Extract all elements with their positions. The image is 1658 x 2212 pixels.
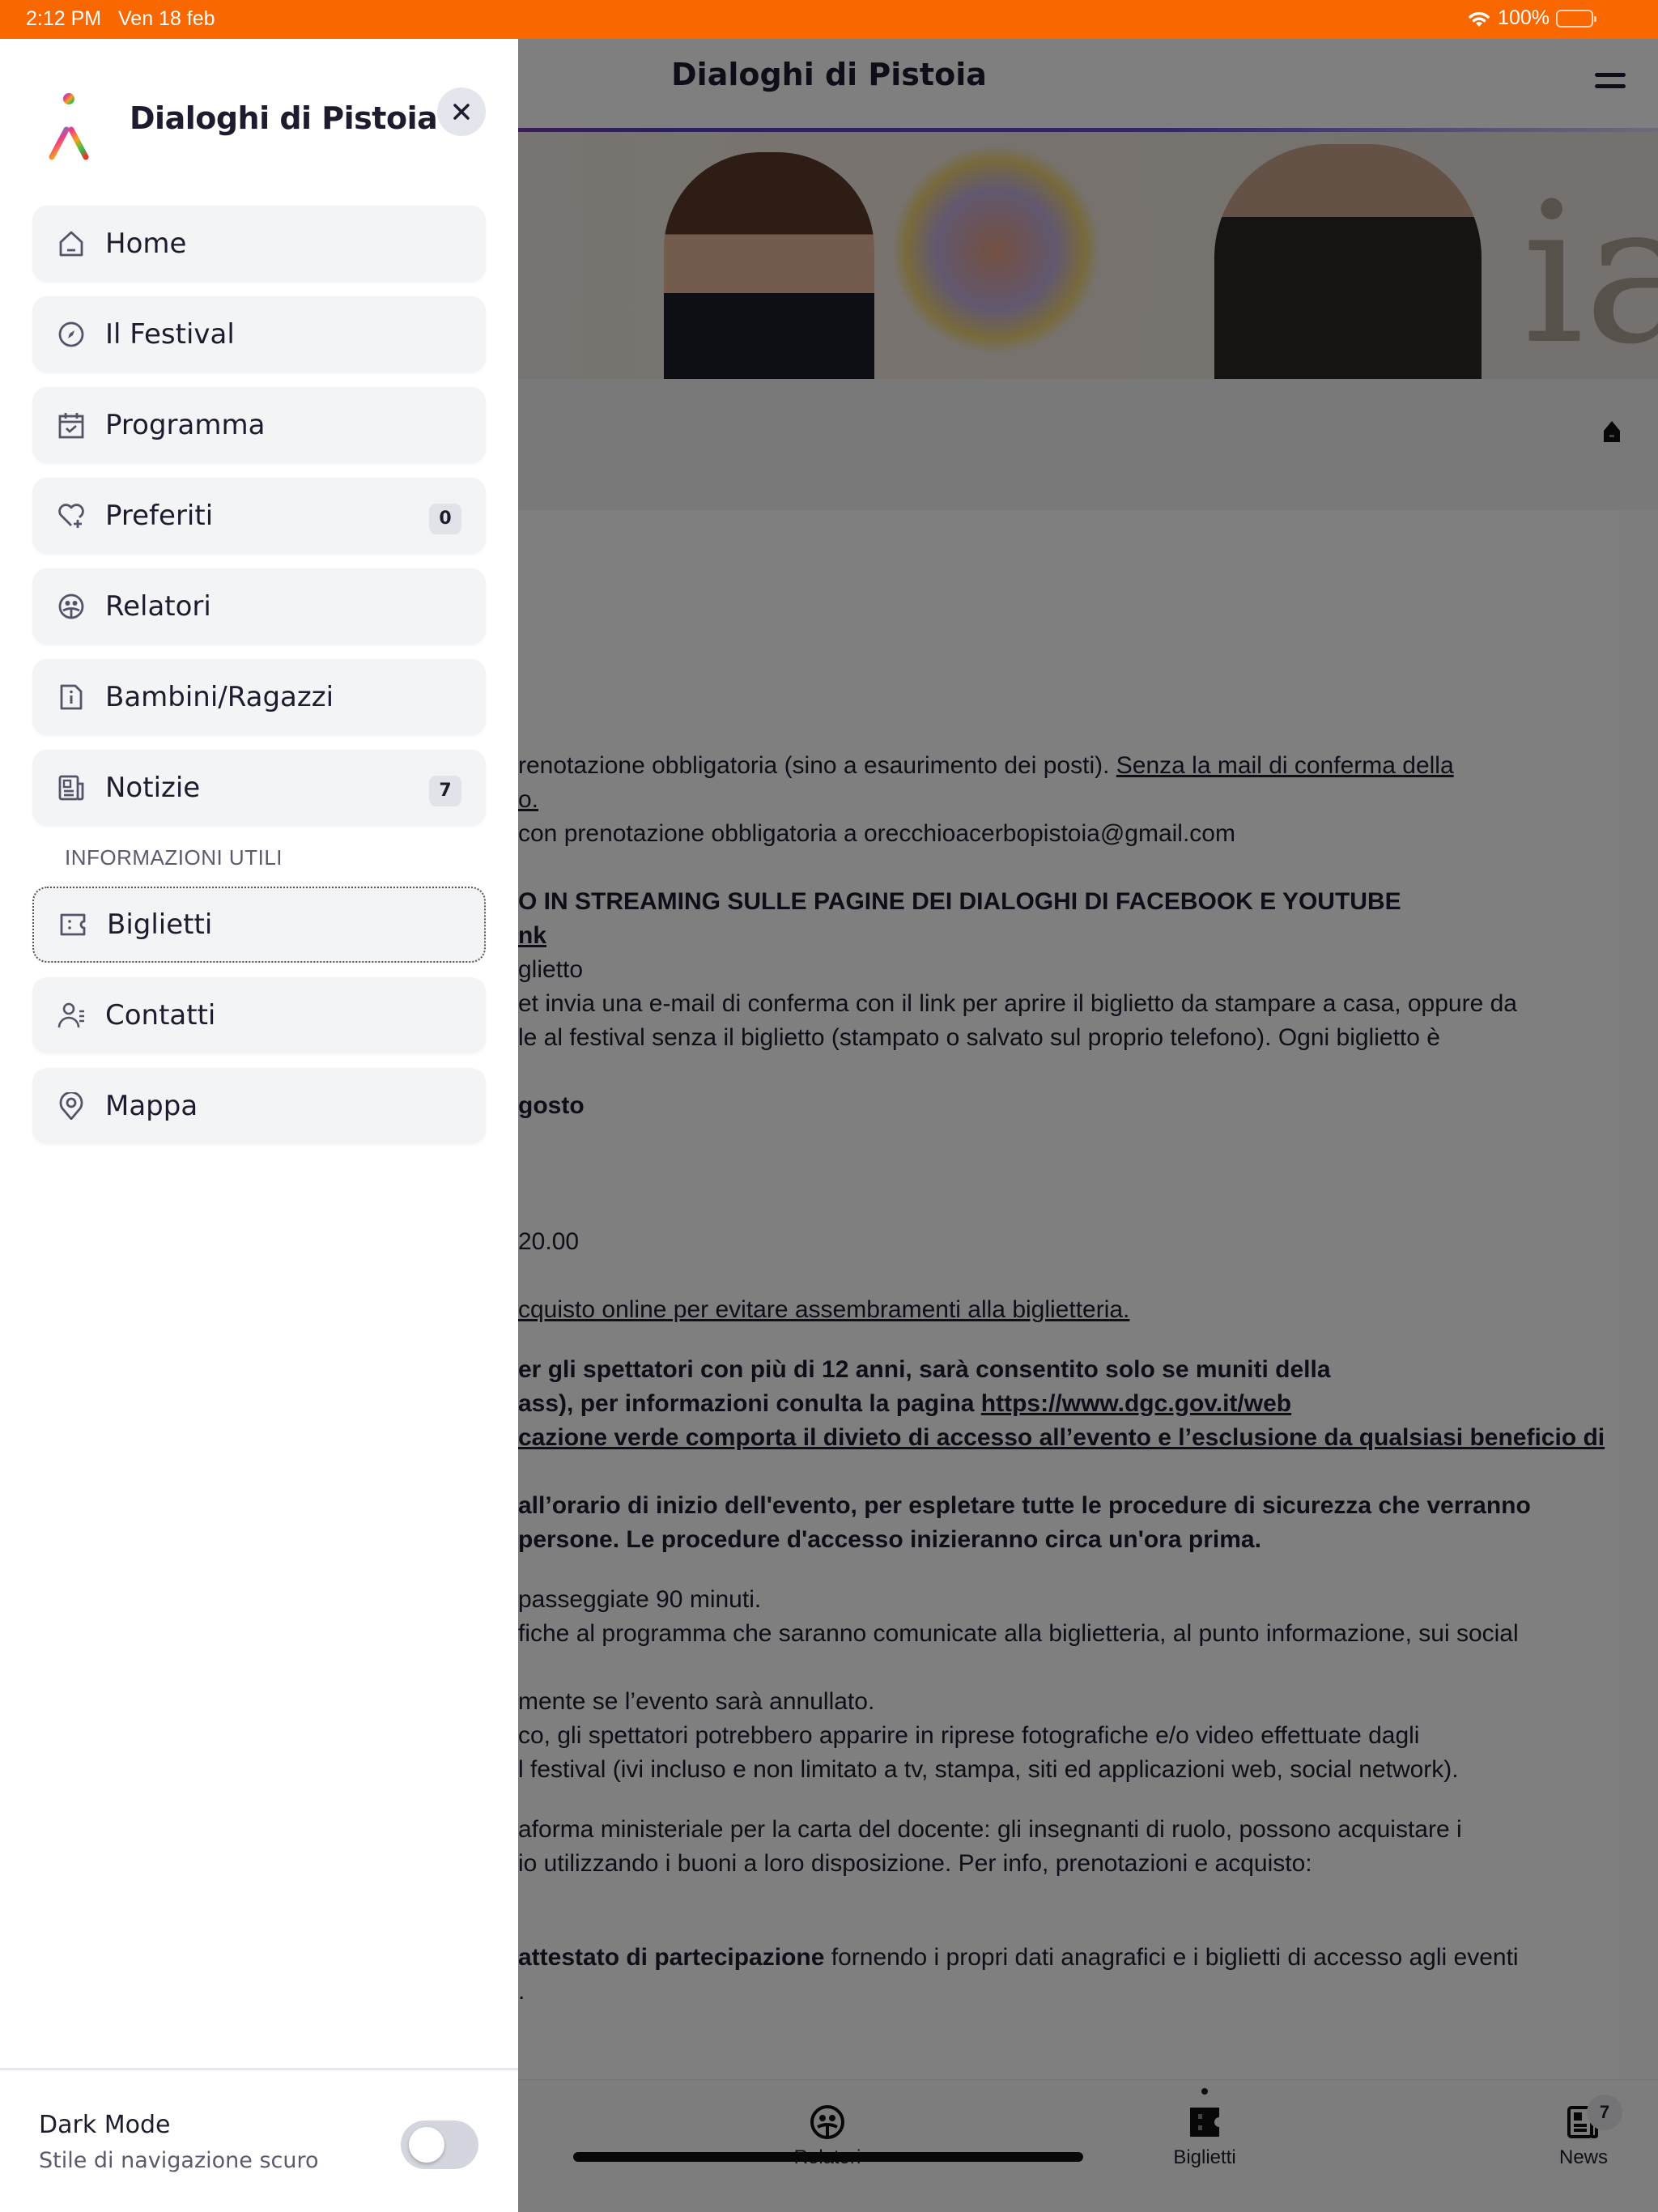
nav-item-biglietti[interactable]: Biglietti	[32, 887, 486, 963]
drawer-title: Dialoghi di Pistoia	[130, 100, 438, 136]
newspaper-icon	[57, 773, 86, 802]
home-icon	[57, 229, 86, 258]
nav-item-label: Home	[105, 228, 187, 260]
heart-plus-icon	[57, 501, 86, 530]
map-pin-icon	[57, 1091, 86, 1121]
nav-item-label: Contatti	[105, 999, 216, 1032]
nav-item-home[interactable]: Home	[32, 206, 486, 282]
nav-item-notizie[interactable]: Notizie 7	[32, 750, 486, 826]
drawer-nav: Home Il Festival Programma Preferiti 0 R…	[32, 206, 486, 1159]
nav-item-label: Programma	[105, 409, 266, 441]
info-document-icon	[57, 683, 86, 712]
dark-mode-title: Dark Mode	[39, 2111, 171, 2139]
status-date: Ven 18 feb	[118, 7, 215, 30]
dark-mode-section: Dark Mode Stile di navigazione scuro	[0, 2068, 518, 2212]
status-bar: 2:12 PM Ven 18 feb 100%	[0, 0, 1658, 39]
nav-item-label: Relatori	[105, 590, 211, 623]
nav-item-contatti[interactable]: Contatti	[32, 977, 486, 1053]
close-icon	[453, 103, 470, 121]
ticket-icon	[58, 910, 87, 939]
festival-figure-logo	[32, 87, 105, 160]
nav-item-label: Il Festival	[105, 318, 235, 351]
dark-mode-subtitle: Stile di navigazione scuro	[39, 2148, 319, 2173]
wifi-icon	[1467, 9, 1491, 28]
battery-icon	[1556, 9, 1596, 28]
nav-item-bambini-ragazzi[interactable]: Bambini/Ragazzi	[32, 659, 486, 735]
nav-item-label: Bambini/Ragazzi	[105, 681, 334, 713]
nav-item-mappa[interactable]: Mappa	[32, 1068, 486, 1144]
nav-item-label: Mappa	[105, 1090, 198, 1122]
status-time: 2:12 PM	[26, 7, 102, 30]
nav-item-programma[interactable]: Programma	[32, 387, 486, 463]
calendar-check-icon	[57, 410, 86, 440]
nav-item-label: Biglietti	[107, 908, 213, 941]
compass-icon	[57, 320, 86, 349]
favorites-count-badge: 0	[429, 504, 461, 534]
toggle-knob	[409, 2127, 444, 2163]
nav-item-relatori[interactable]: Relatori	[32, 568, 486, 644]
news-count-badge: 7	[429, 776, 461, 806]
close-button[interactable]	[437, 87, 486, 136]
nav-item-label: Preferiti	[105, 500, 214, 532]
nav-item-preferiti[interactable]: Preferiti 0	[32, 478, 486, 554]
drawer-header: Dialoghi di Pistoia	[0, 39, 518, 201]
nav-item-label: Notizie	[105, 772, 201, 804]
status-right: 100%	[1467, 6, 1596, 30]
battery-percent: 100%	[1498, 6, 1550, 29]
speakers-face-icon	[57, 592, 86, 621]
section-heading: INFORMAZIONI UTILI	[65, 845, 283, 870]
contacts-icon	[57, 1001, 86, 1030]
dark-mode-toggle[interactable]	[401, 2121, 478, 2169]
nav-item-festival[interactable]: Il Festival	[32, 296, 486, 372]
navigation-drawer: Dialoghi di Pistoia Home Il Festival Pro…	[0, 39, 518, 2212]
